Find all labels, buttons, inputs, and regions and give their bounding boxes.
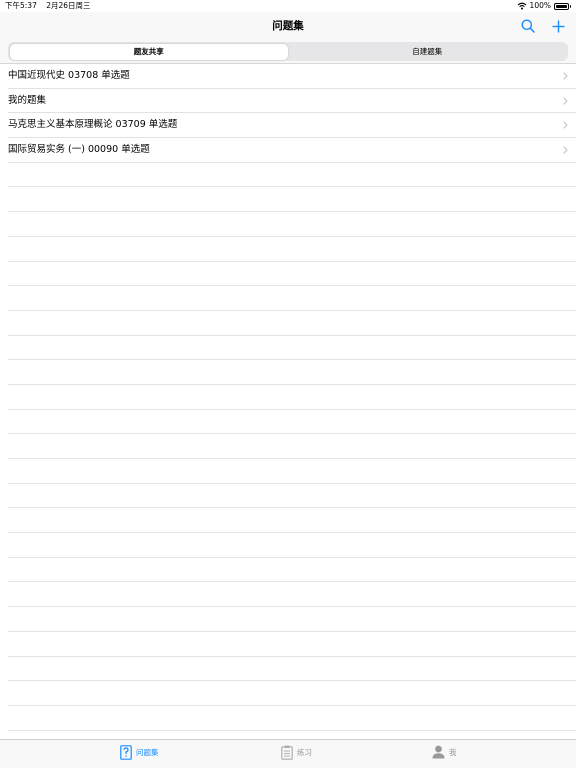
- empty-row: [8, 187, 576, 213]
- battery-percent: 100%: [529, 1, 551, 10]
- tab-label: 练习: [297, 748, 312, 757]
- segment-custom[interactable]: 自建题集: [288, 44, 567, 60]
- empty-row: [8, 262, 576, 287]
- search-icon: [521, 19, 535, 33]
- status-time: 下午5:37: [5, 1, 37, 10]
- list-item-label: 中国近现代史 03708 单选题: [8, 70, 130, 81]
- empty-row: [8, 558, 576, 583]
- question-book-icon: [120, 745, 132, 760]
- list-item[interactable]: 中国近现代史 03708 单选题: [8, 64, 576, 89]
- empty-row: [8, 632, 576, 657]
- empty-row: [8, 286, 576, 311]
- empty-row: [8, 434, 576, 459]
- tab-practice[interactable]: 练习: [281, 745, 312, 760]
- status-date: 2月26日周三: [46, 1, 91, 10]
- battery-icon: [554, 2, 571, 10]
- empty-row: [8, 237, 576, 262]
- empty-row: [8, 360, 576, 385]
- list-item[interactable]: 国际贸易实务 (一) 00090 单选题: [8, 138, 576, 163]
- chevron-right-icon: [563, 146, 568, 154]
- empty-row: [8, 681, 576, 706]
- empty-row: [8, 410, 576, 435]
- empty-rows: [0, 163, 576, 731]
- navigation-bar: 问题集: [0, 12, 576, 40]
- page-title: 问题集: [272, 20, 304, 32]
- empty-row: [8, 459, 576, 484]
- empty-row: [8, 582, 576, 608]
- list-item[interactable]: 我的题集: [8, 89, 576, 114]
- wifi-icon: [517, 2, 526, 10]
- tab-label: 问题集: [136, 748, 159, 757]
- status-right: 100%: [517, 0, 571, 12]
- empty-row: [8, 508, 576, 534]
- list-item[interactable]: 马克思主义基本原理概论 03709 单选题: [8, 113, 576, 139]
- segment-shared[interactable]: 题友共享: [9, 43, 288, 60]
- empty-row: [8, 533, 576, 558]
- status-left: 下午5:37 2月26日周三: [5, 0, 98, 12]
- list-item-label: 国际贸易实务 (一) 00090 单选题: [8, 144, 150, 156]
- tab-me[interactable]: 我: [432, 745, 457, 759]
- add-button[interactable]: [548, 16, 568, 36]
- status-bar: 下午5:37 2月26日周三 100%: [0, 0, 576, 12]
- empty-row: [8, 212, 576, 237]
- chevron-right-icon: [563, 96, 568, 105]
- empty-row: [8, 311, 576, 336]
- question-set-list: 中国近现代史 03708 单选题 我的题集 马克思主义基本原理概论 03709 …: [0, 64, 576, 731]
- tab-label: 我: [449, 747, 457, 757]
- search-button[interactable]: [518, 16, 538, 36]
- segment-bar: 题友共享 自建题集: [0, 40, 576, 64]
- list-item-label: 马克思主义基本原理概论 03709 单选题: [8, 119, 178, 131]
- chevron-right-icon: [563, 72, 568, 80]
- clipboard-icon: [281, 745, 293, 760]
- empty-row: [8, 657, 576, 682]
- empty-row: [8, 385, 576, 410]
- segmented-control: 题友共享 自建题集: [8, 42, 568, 61]
- empty-row: [8, 336, 576, 361]
- chevron-right-icon: [563, 121, 568, 130]
- list-item-label: 我的题集: [8, 94, 47, 106]
- tab-question-sets[interactable]: 问题集: [120, 745, 159, 760]
- empty-row: [8, 484, 576, 509]
- tab-bar: 问题集 练习 我: [0, 739, 576, 768]
- empty-row: [8, 706, 576, 731]
- empty-row: [8, 163, 576, 188]
- empty-row: [8, 607, 576, 632]
- plus-icon: [552, 20, 564, 32]
- person-icon: [432, 745, 445, 759]
